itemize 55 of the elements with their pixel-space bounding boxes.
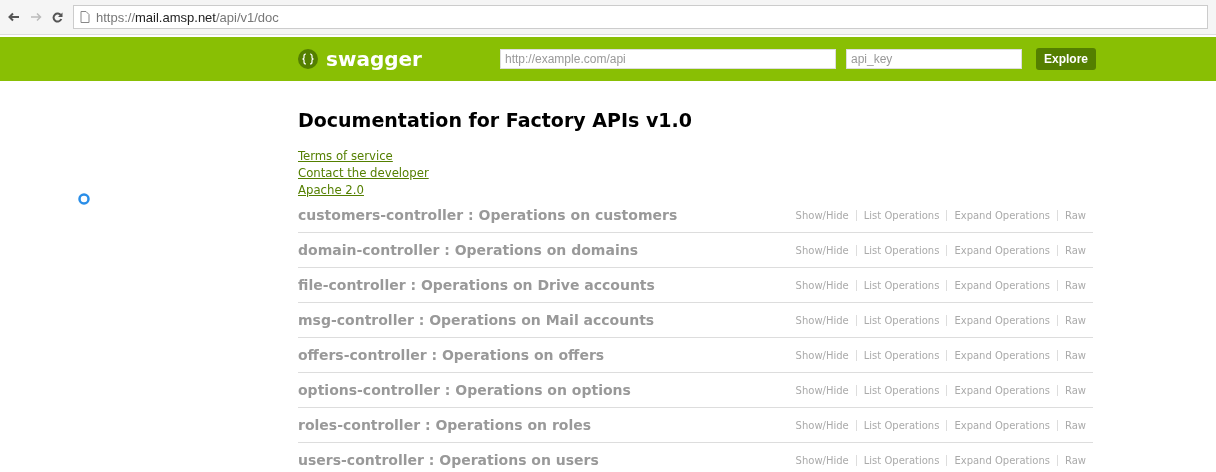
info-link[interactable]: Apache 2.0	[298, 181, 364, 198]
info-link[interactable]: Terms of service	[298, 147, 393, 164]
resource-action-link[interactable]: Expand Operations	[946, 349, 1057, 361]
resource-action-link[interactable]: Expand Operations	[946, 314, 1057, 326]
url-field[interactable]: http://example.com/api	[500, 49, 836, 69]
resource-action-link[interactable]: Raw	[1056, 279, 1093, 291]
resource-action-link[interactable]: Show/Hide	[788, 384, 856, 396]
reload-icon[interactable]	[52, 11, 63, 23]
resource-action-link[interactable]: List Operations	[855, 314, 947, 326]
resource-action-link[interactable]: Expand Operations	[946, 244, 1057, 256]
resource-action-link[interactable]: List Operations	[855, 244, 947, 256]
resource-action-link[interactable]: Expand Operations	[946, 384, 1057, 396]
resource-action-link[interactable]: Raw	[1056, 244, 1093, 256]
resource-action-link[interactable]: Raw	[1056, 349, 1093, 361]
logo-icon	[298, 49, 318, 69]
resource-heading[interactable]: roles-controller : Operations on roles	[298, 417, 592, 433]
resource-action-link[interactable]: Raw	[1056, 314, 1093, 326]
resource-action-link[interactable]: Expand Operations	[946, 279, 1057, 291]
logo-text: swagger	[326, 47, 422, 71]
resource-heading[interactable]: options-controller : Operations on options	[298, 382, 631, 398]
page-title: Documentation for Factory APIs v1.0	[298, 109, 693, 131]
resource-action-link[interactable]: Show/Hide	[788, 454, 856, 466]
resource-heading[interactable]: domain-controller : Operations on domains	[298, 242, 638, 258]
resource-action-link[interactable]: Raw	[1056, 419, 1093, 431]
resource-action-link[interactable]: List Operations	[855, 419, 947, 431]
resource-action-link[interactable]: Raw	[1056, 384, 1093, 396]
resource-action-link[interactable]: List Operations	[855, 209, 947, 221]
api-key-field[interactable]: api_key	[846, 49, 1022, 69]
address-bar[interactable]: https://mail.amsp.net/api/v1/doc	[73, 5, 1208, 29]
back-icon[interactable]	[8, 12, 20, 22]
loading-spinner-icon	[78, 193, 90, 205]
resource-action-link[interactable]: Raw	[1056, 454, 1093, 466]
resource-action-link[interactable]: List Operations	[855, 349, 947, 361]
resource-heading[interactable]: file-controller : Operations on Drive accounts	[298, 277, 655, 293]
resource-heading[interactable]: offers-controller : Operations on offers	[298, 347, 605, 363]
resource-action-link[interactable]: Show/Hide	[788, 279, 856, 291]
url-text: https://mail.amsp.net/api/v1/doc	[96, 9, 279, 25]
resource-action-link[interactable]: Show/Hide	[788, 349, 856, 361]
page-icon	[80, 11, 90, 23]
resource-heading[interactable]: customers-controller : Operations on customers	[298, 207, 678, 223]
resource-action-link[interactable]: Raw	[1056, 209, 1093, 221]
resource-heading[interactable]: users-controller : Operations on users	[298, 452, 599, 468]
resource-action-link[interactable]: Expand Operations	[946, 209, 1057, 221]
resource-action-link[interactable]: Show/Hide	[788, 209, 856, 221]
explore-button[interactable]: Explore	[1036, 48, 1096, 70]
resource-action-link[interactable]: Show/Hide	[788, 244, 856, 256]
info-link[interactable]: Contact the developer	[298, 164, 429, 181]
resource-action-link[interactable]: List Operations	[855, 279, 947, 291]
resource-action-link[interactable]: Expand Operations	[946, 454, 1057, 466]
resource-action-link[interactable]: List Operations	[855, 454, 947, 466]
resource-action-link[interactable]: Show/Hide	[788, 419, 856, 431]
resource-heading[interactable]: msg-controller : Operations on Mail accounts	[298, 312, 655, 328]
resource-action-link[interactable]: Expand Operations	[946, 419, 1057, 431]
resource-action-link[interactable]: List Operations	[855, 384, 947, 396]
resource-action-link[interactable]: Show/Hide	[788, 314, 856, 326]
